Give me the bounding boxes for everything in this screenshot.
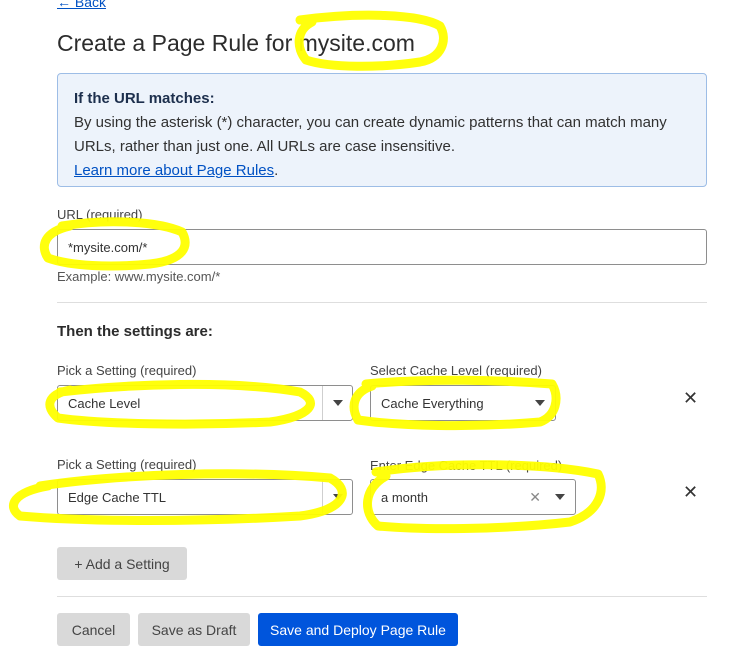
learn-more-link[interactable]: Learn more about Page Rules	[74, 162, 274, 179]
divider	[57, 596, 707, 597]
settings-heading: Then the settings are:	[57, 323, 213, 340]
url-example: Example: www.mysite.com/*	[57, 269, 221, 284]
remove-setting-2-close-icon[interactable]: ✕	[683, 483, 698, 501]
url-label: URL (required)	[57, 207, 143, 222]
add-setting-button[interactable]: + Add a Setting	[57, 547, 187, 580]
setting-label-1: Pick a Setting (required)	[57, 363, 197, 378]
info-link-suffix: .	[274, 162, 279, 179]
chevron-down-icon	[322, 480, 352, 514]
chevron-down-icon	[545, 480, 575, 514]
setting-select-1[interactable]: Cache Level	[57, 385, 353, 421]
edge-cache-ttl-value: a month	[381, 489, 428, 505]
deploy-button[interactable]: Save and Deploy Page Rule	[258, 613, 458, 646]
cancel-button[interactable]: Cancel	[57, 613, 130, 646]
setting-select-2-value: Edge Cache TTL	[68, 489, 167, 505]
cache-level-value: Cache Everything	[381, 395, 484, 411]
chevron-down-icon	[322, 386, 352, 420]
option-label-1: Select Cache Level (required)	[370, 363, 542, 378]
url-input[interactable]: *mysite.com/*	[57, 229, 707, 265]
remove-setting-1-close-icon[interactable]: ✕	[683, 389, 698, 407]
save-draft-button[interactable]: Save as Draft	[138, 613, 250, 646]
info-body: By using the asterisk (*) character, you…	[74, 114, 667, 155]
back-link[interactable]: ← Back	[57, 0, 106, 10]
clear-icon[interactable]: ✕	[529, 480, 541, 514]
setting-select-1-value: Cache Level	[68, 395, 141, 411]
page-title: Create a Page Rule for mysite.com	[57, 30, 415, 56]
info-box: If the URL matches: By using the asteris…	[57, 73, 707, 187]
chevron-down-icon	[525, 386, 555, 420]
edge-cache-ttl-select[interactable]: a month ✕	[370, 479, 576, 515]
setting-select-2[interactable]: Edge Cache TTL	[57, 479, 353, 515]
url-input-value: *mysite.com/*	[68, 239, 148, 255]
cache-level-select[interactable]: Cache Everything	[370, 385, 556, 421]
setting-label-2: Pick a Setting (required)	[57, 457, 197, 472]
divider	[57, 302, 707, 303]
option-label-2: Enter Edge Cache TTL (required)	[370, 458, 563, 473]
info-heading: If the URL matches:	[74, 90, 215, 107]
